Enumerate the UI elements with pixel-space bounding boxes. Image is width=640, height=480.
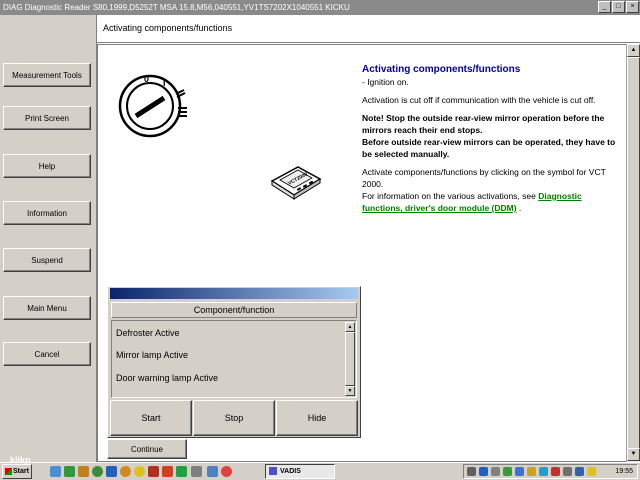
maximize-button[interactable]: □	[612, 1, 625, 13]
start-button[interactable]: Start	[110, 400, 192, 436]
smiley-icon[interactable]	[134, 466, 145, 477]
folder-icon[interactable]	[78, 466, 89, 477]
ignition-key-icon: 0 I	[118, 74, 187, 138]
browser-icon[interactable]	[106, 466, 117, 477]
window-icon[interactable]	[191, 466, 202, 477]
dialog-titlebar[interactable]	[110, 288, 358, 299]
print-screen-button[interactable]: Print Screen	[3, 106, 91, 130]
component-function-dialog: Component/function Defroster Active Mirr…	[107, 286, 361, 438]
warning-text-2: Before outside rear-view mirrors can be …	[362, 137, 616, 159]
warning-text: Note! Stop the outside rear-view mirror …	[362, 113, 605, 135]
desktop-icon[interactable]	[50, 466, 61, 477]
stop-button[interactable]: Stop	[193, 400, 275, 436]
pdf-icon[interactable]	[162, 466, 173, 477]
reference-prefix: For information on the various activatio…	[362, 191, 539, 201]
instruction-bullet: - Ignition on.	[362, 77, 409, 87]
cancel-button[interactable]: Cancel	[3, 342, 91, 366]
sidebar: Measurement Tools Print Screen Help Info…	[0, 15, 96, 462]
continue-button[interactable]: Continue	[107, 439, 187, 459]
tray-icon[interactable]	[527, 467, 536, 476]
instruction-text: Activation is cut off if communication w…	[362, 95, 596, 105]
tray-icon[interactable]	[491, 467, 500, 476]
tray-icon[interactable]	[515, 467, 524, 476]
tray-icon[interactable]	[479, 467, 488, 476]
component-list: Defroster Active Mirror lamp Active Door…	[111, 320, 357, 398]
measurement-tools-button[interactable]: Measurement Tools	[3, 63, 91, 87]
instruction-title: Activating components/functions	[362, 64, 521, 75]
svg-text:I: I	[163, 78, 166, 88]
volume-icon[interactable]	[587, 467, 596, 476]
list-scroll-down-icon[interactable]: ▼	[345, 386, 355, 396]
watermark: klikp	[10, 455, 31, 465]
explorer-icon[interactable]	[207, 466, 218, 477]
scroll-down-icon[interactable]: ▼	[627, 448, 640, 461]
main-menu-button[interactable]: Main Menu	[3, 296, 91, 320]
vadis-task-button[interactable]: VADIS	[265, 464, 335, 479]
window-titlebar: DIAG Diagnostic Reader S80,1999,D5252T M…	[0, 0, 640, 15]
component-list-scrollbar[interactable]: ▲ ▼	[345, 322, 355, 396]
network-icon[interactable]	[575, 467, 584, 476]
tray-icon[interactable]	[563, 467, 572, 476]
scroll-up-icon[interactable]: ▲	[627, 44, 640, 57]
system-tray: 19:55	[463, 464, 638, 479]
list-scroll-up-icon[interactable]: ▲	[345, 322, 355, 332]
hide-button[interactable]: Hide	[276, 400, 358, 436]
tray-icon[interactable]	[551, 467, 560, 476]
information-button[interactable]: Information	[3, 201, 91, 225]
content-scrollbar[interactable]: ▲ ▼	[626, 44, 640, 462]
suspend-button[interactable]: Suspend	[3, 248, 91, 272]
tray-icon[interactable]	[539, 467, 548, 476]
tray-icon[interactable]	[467, 467, 476, 476]
scroll-thumb[interactable]	[627, 57, 640, 449]
clock: 19:55	[615, 468, 633, 475]
start-button[interactable]: Start	[2, 464, 32, 479]
media-icon[interactable]	[64, 466, 75, 477]
activate-text: Activate components/functions by clickin…	[362, 167, 606, 189]
minimize-button[interactable]: _	[598, 1, 611, 13]
reference-suffix: .	[516, 203, 522, 213]
window-controls: _ □ ×	[598, 1, 639, 13]
tools-icon[interactable]	[148, 466, 159, 477]
taskbar: Start VADIS 19:55	[0, 462, 640, 480]
page-title: Activating components/functions	[103, 23, 233, 33]
vct2000-icon[interactable]: VCT2000	[270, 163, 322, 201]
svg-text:0: 0	[144, 74, 149, 84]
tray-icon[interactable]	[503, 467, 512, 476]
firefox-icon[interactable]	[120, 466, 131, 477]
close-button[interactable]: ×	[626, 1, 639, 13]
page-header: Activating components/functions	[97, 15, 640, 43]
calc-icon[interactable]	[176, 466, 187, 477]
list-scroll-thumb[interactable]	[345, 332, 355, 386]
window-title: DIAG Diagnostic Reader S80,1999,D5252T M…	[3, 3, 350, 12]
help-button[interactable]: Help	[3, 154, 91, 178]
dialog-header: Component/function	[111, 302, 357, 318]
component-item-mirror-lamp[interactable]: Mirror lamp Active	[116, 350, 188, 360]
chrome-icon[interactable]	[221, 466, 232, 477]
component-item-door-warning-lamp[interactable]: Door warning lamp Active	[116, 373, 218, 383]
component-item-defroster[interactable]: Defroster Active	[116, 328, 180, 338]
app-icon[interactable]	[92, 466, 103, 477]
reference-text: For information on the various activatio…	[362, 190, 618, 214]
instruction-panel: Activating components/functions - Igniti…	[362, 64, 618, 214]
